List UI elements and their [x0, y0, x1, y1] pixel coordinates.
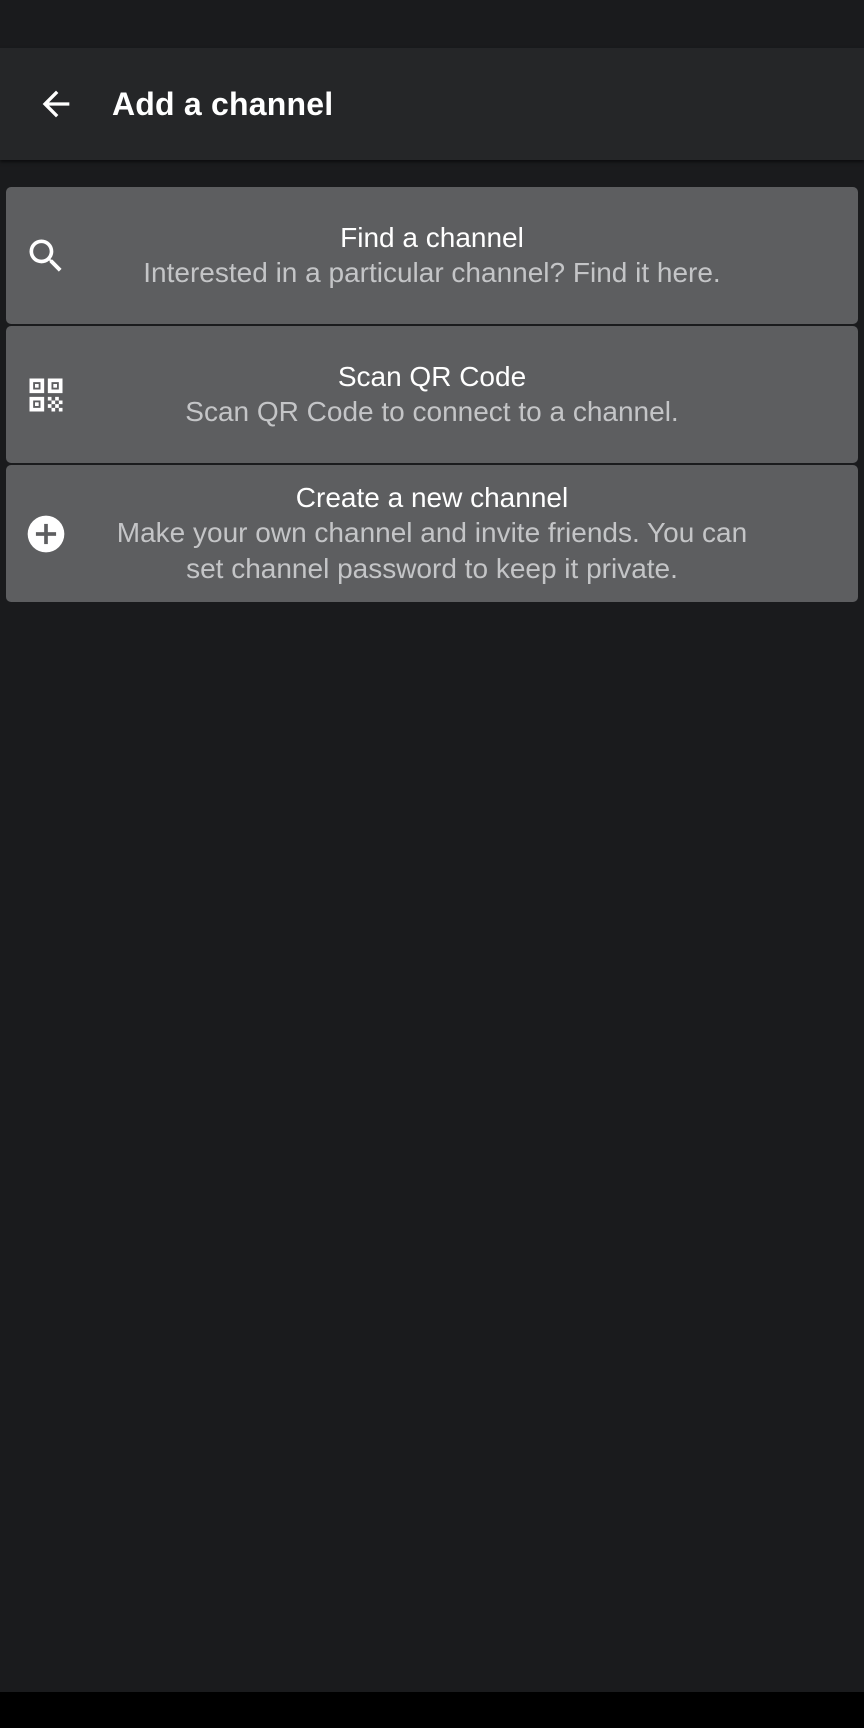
back-button[interactable] — [28, 76, 84, 132]
create-channel-option[interactable]: Create a new channel Make your own chann… — [6, 465, 858, 602]
option-title: Scan QR Code — [337, 360, 527, 392]
find-channel-option[interactable]: Find a channel Interested in a particula… — [6, 187, 858, 324]
status-bar — [0, 0, 864, 48]
navigation-bar — [0, 1692, 864, 1728]
option-title: Find a channel — [340, 221, 524, 253]
search-icon — [22, 232, 70, 280]
option-description: Make your own channel and invite friends… — [116, 516, 748, 584]
app-bar: Add a channel — [0, 48, 864, 160]
add-circle-icon — [22, 510, 70, 558]
option-text: Scan QR Code Scan QR Code to connect to … — [80, 360, 784, 430]
scan-qr-option[interactable]: Scan QR Code Scan QR Code to connect to … — [6, 326, 858, 463]
page-title: Add a channel — [112, 86, 334, 122]
arrow-left-icon — [42, 90, 70, 118]
option-description: Interested in a particular channel? Find… — [143, 256, 721, 288]
option-list: Find a channel Interested in a particula… — [6, 187, 858, 604]
option-text: Create a new channel Make your own chann… — [80, 481, 784, 587]
option-text: Find a channel Interested in a particula… — [80, 221, 784, 291]
option-description: Scan QR Code to connect to a channel. — [185, 395, 679, 427]
qr-code-icon — [22, 371, 70, 419]
option-title: Create a new channel — [295, 481, 569, 513]
